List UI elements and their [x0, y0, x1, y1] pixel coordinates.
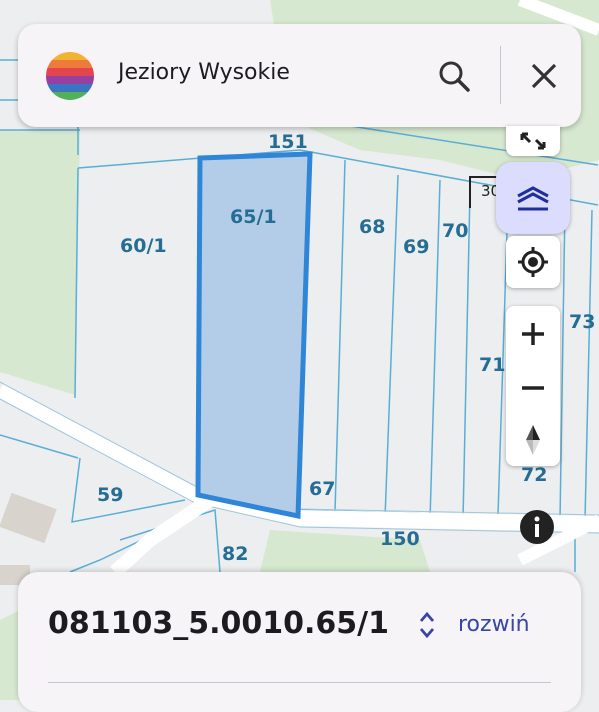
parcel-label-73: 73	[569, 311, 595, 333]
expand-button[interactable]: rozwiń	[458, 612, 530, 637]
search-divider	[500, 46, 501, 104]
close-icon[interactable]	[522, 54, 566, 98]
search-icon[interactable]	[432, 54, 476, 98]
parcel-label-82: 82	[222, 543, 248, 565]
parcel-label-151: 151	[268, 131, 308, 153]
building	[0, 492, 57, 544]
parcel-label-60-1: 60/1	[120, 235, 167, 257]
parcel-label-150: 150	[380, 528, 420, 550]
my-location-button[interactable]	[506, 236, 560, 288]
search-bar[interactable]	[18, 24, 581, 127]
fullscreen-button[interactable]	[506, 126, 560, 156]
zoom-controls	[506, 306, 560, 466]
green-area	[0, 130, 80, 395]
app-logo-icon	[46, 52, 94, 100]
green-area	[0, 610, 20, 700]
compass-icon[interactable]	[506, 416, 560, 464]
parcel-label-69: 69	[403, 236, 429, 258]
zoom-out-icon[interactable]	[506, 364, 560, 412]
expand-chevrons-icon[interactable]	[414, 608, 440, 642]
parcel-id: 081103_5.0010.65/1	[48, 606, 389, 641]
parcel-label-65-1: 65/1	[230, 206, 277, 228]
parcel-bottom-sheet[interactable]	[18, 572, 581, 712]
search-input[interactable]: Jeziory Wysokie	[118, 60, 290, 85]
sheet-divider	[48, 682, 551, 683]
parcel-label-59: 59	[97, 484, 123, 506]
my-location-icon	[506, 236, 560, 288]
parcel-label-71: 71	[479, 354, 505, 376]
parcel-label-67: 67	[309, 478, 335, 500]
layers-button[interactable]	[496, 162, 570, 234]
fullscreen-icon	[506, 126, 560, 156]
info-icon[interactable]	[520, 510, 554, 544]
zoom-in-icon[interactable]	[506, 310, 560, 358]
parcel-label-68: 68	[359, 216, 385, 238]
layers-icon	[517, 186, 549, 211]
parcel-label-72: 72	[521, 464, 547, 486]
parcel-label-70: 70	[442, 220, 468, 242]
